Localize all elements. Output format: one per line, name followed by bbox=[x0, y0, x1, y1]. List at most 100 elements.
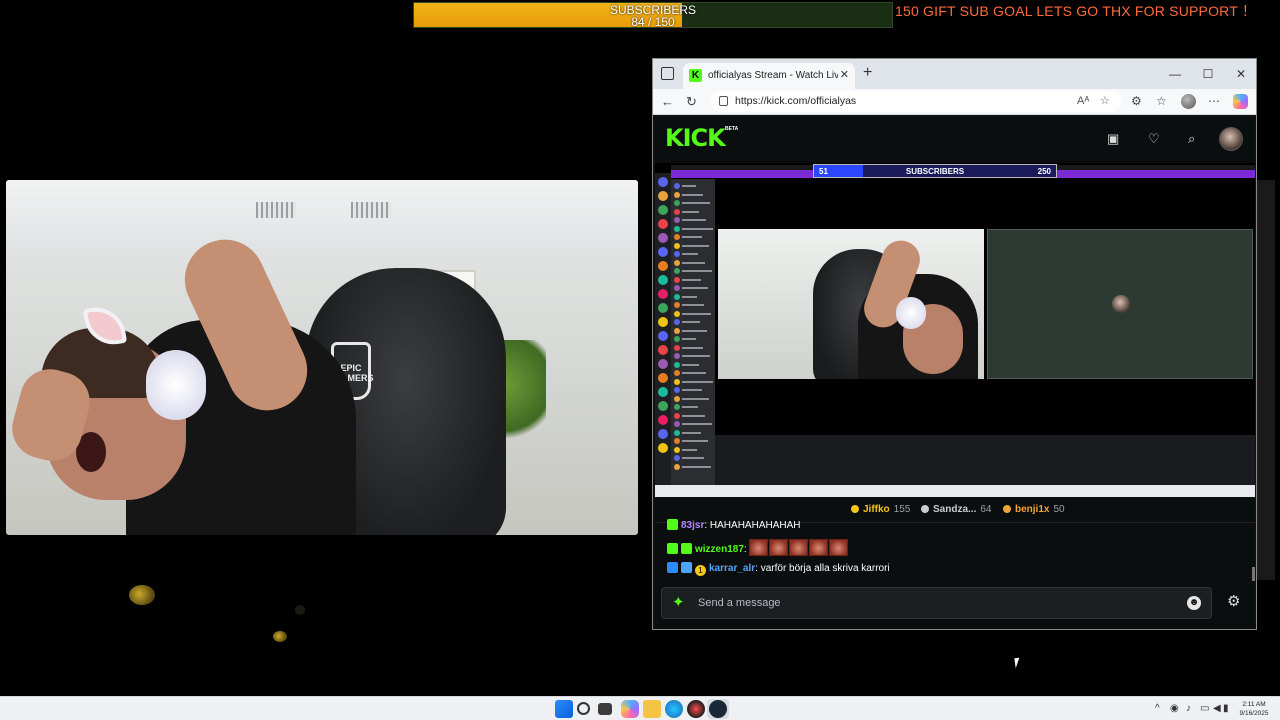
refresh-icon[interactable]: ↻ bbox=[686, 93, 697, 110]
tab-close-icon[interactable]: ✕ bbox=[840, 68, 849, 82]
discord-name-line bbox=[682, 414, 705, 417]
server-icon bbox=[658, 317, 668, 327]
title-bar: K officialyas Stream - Watch Live on ✕ +… bbox=[653, 59, 1256, 89]
url-field[interactable]: https://kick.com/officialyas A͏ᴬ ☆ bbox=[711, 91, 1121, 112]
moderator-badge-icon bbox=[667, 562, 678, 573]
profile-avatar[interactable] bbox=[1181, 94, 1196, 109]
system-clock[interactable]: 2:11 AM 9/16/2025 bbox=[1232, 700, 1276, 718]
new-tab-button[interactable]: + bbox=[863, 65, 872, 81]
discord-list-row bbox=[674, 251, 712, 257]
potato-sticker bbox=[129, 585, 155, 605]
copilot-icon[interactable] bbox=[1233, 94, 1248, 109]
server-icon bbox=[658, 387, 668, 397]
search-taskbar-icon[interactable] bbox=[577, 702, 590, 715]
chat-settings-icon[interactable]: ⚙ bbox=[1227, 593, 1240, 611]
gifter-2[interactable]: Sandza... 64 bbox=[921, 503, 991, 517]
minimize-button[interactable]: — bbox=[1166, 65, 1184, 83]
discord-list-row bbox=[674, 302, 712, 308]
discord-avatar bbox=[674, 191, 680, 198]
stream-player[interactable]: 51 SUBSCRIBERS 250 bbox=[655, 163, 1255, 497]
server-icon bbox=[658, 289, 668, 299]
chat-input-placeholder: Send a message bbox=[698, 597, 781, 609]
server-icon bbox=[658, 303, 668, 313]
favorites-heart-icon[interactable]: ♡ bbox=[1148, 131, 1160, 147]
user-avatar[interactable] bbox=[1219, 127, 1243, 151]
lock-icon[interactable] bbox=[719, 96, 728, 106]
emote-icon bbox=[769, 539, 789, 556]
discord-name-line bbox=[682, 312, 711, 315]
discord-list-row bbox=[674, 183, 712, 189]
obs-icon[interactable] bbox=[687, 700, 705, 718]
chat-username[interactable]: 83jsr bbox=[681, 520, 704, 531]
search-icon[interactable]: ⌕ bbox=[1188, 131, 1195, 147]
discord-list-row bbox=[674, 310, 712, 317]
copilot-taskbar-icon[interactable] bbox=[621, 700, 639, 718]
discord-list-row bbox=[674, 285, 712, 291]
discord-avatar bbox=[674, 404, 680, 410]
discord-list-row bbox=[674, 319, 712, 325]
discord-list-row bbox=[674, 378, 713, 385]
edge-shadow bbox=[1257, 180, 1275, 580]
gifter-count: 64 bbox=[980, 504, 992, 515]
server-icon bbox=[658, 261, 668, 271]
discord-list-row bbox=[674, 208, 712, 215]
battery-icon[interactable]: ▮ bbox=[1223, 703, 1229, 715]
maximize-button[interactable]: ☐ bbox=[1199, 65, 1217, 83]
task-view-icon[interactable] bbox=[598, 703, 612, 715]
favorite-star-icon[interactable]: ☆ bbox=[1100, 94, 1110, 108]
file-explorer-icon[interactable] bbox=[643, 700, 661, 718]
kick-logo[interactable]: KICK bbox=[665, 125, 726, 151]
chat-scrollbar[interactable] bbox=[1252, 567, 1255, 581]
server-icon bbox=[658, 233, 668, 243]
discord-avatar bbox=[674, 242, 680, 249]
inner-avatar bbox=[1112, 295, 1130, 313]
gifter-1[interactable]: Jiffko 155 bbox=[851, 503, 910, 517]
chat-username[interactable]: karrar_alr bbox=[709, 563, 755, 574]
edge-icon[interactable] bbox=[665, 700, 683, 718]
more-menu-icon[interactable]: ⋯ bbox=[1208, 94, 1220, 108]
sparkle-icon[interactable]: ✦ bbox=[672, 594, 685, 612]
discord-avatar bbox=[674, 268, 680, 274]
gifter-3[interactable]: benji1x 50 bbox=[1003, 503, 1065, 517]
volume-icon[interactable]: ◀ bbox=[1213, 703, 1221, 715]
chat-input[interactable]: ✦ Send a message ☻ bbox=[661, 587, 1212, 619]
gift-badge-icon bbox=[921, 505, 929, 513]
discord-avatar bbox=[674, 208, 680, 215]
extensions-icon[interactable]: ⚙ bbox=[1131, 94, 1142, 108]
discord-name-line bbox=[682, 219, 706, 221]
discord-list-row bbox=[674, 217, 712, 223]
emoji-icon[interactable]: ☻ bbox=[1187, 596, 1201, 610]
gifter-count: 50 bbox=[1053, 504, 1065, 515]
discord-name-line bbox=[682, 227, 713, 230]
discord-avatar bbox=[674, 234, 680, 240]
browser-tab[interactable]: K officialyas Stream - Watch Live on ✕ bbox=[683, 63, 855, 89]
kick-header: KICK BETA ▣ ♡ ⌕ bbox=[655, 117, 1255, 163]
discord-name-line bbox=[682, 210, 699, 213]
discord-list-row bbox=[674, 200, 712, 206]
chat-username[interactable]: wizzen187 bbox=[695, 544, 744, 555]
read-aloud-icon[interactable]: A͏ᴬ bbox=[1077, 94, 1089, 108]
screen: SUBSCRIBERS 84 / 150 150 GIFT SUB GOAL L… bbox=[0, 0, 1280, 720]
tray-app-icon[interactable]: ◉ bbox=[1170, 703, 1179, 715]
back-icon[interactable]: ← bbox=[661, 93, 674, 110]
windows-taskbar: ^ ◉ ♪ ▭ ◀ ▮ 2:11 AM 9/16/2025 bbox=[0, 696, 1280, 720]
discord-list-row bbox=[674, 293, 712, 300]
discord-name-line bbox=[682, 236, 702, 238]
display-icon[interactable]: ▭ bbox=[1200, 703, 1209, 715]
microphone-icon[interactable]: ♪ bbox=[1186, 703, 1191, 715]
discord-avatar bbox=[674, 412, 680, 419]
following-icon[interactable]: ▣ bbox=[1107, 131, 1119, 147]
close-button[interactable]: ✕ bbox=[1232, 65, 1250, 83]
discord-list-row bbox=[674, 421, 712, 427]
emote-icon bbox=[789, 539, 809, 556]
steam-icon[interactable] bbox=[709, 700, 727, 718]
discord-list-row bbox=[674, 344, 712, 351]
discord-avatar bbox=[674, 310, 680, 317]
tab-actions-icon[interactable] bbox=[661, 67, 674, 80]
discord-name-line bbox=[682, 202, 710, 204]
discord-name-line bbox=[682, 253, 698, 255]
discord-list-row bbox=[674, 276, 712, 283]
tray-overflow-icon[interactable]: ^ bbox=[1155, 703, 1160, 715]
start-icon[interactable] bbox=[555, 700, 573, 718]
favorites-bar-icon[interactable]: ☆ bbox=[1156, 94, 1167, 108]
